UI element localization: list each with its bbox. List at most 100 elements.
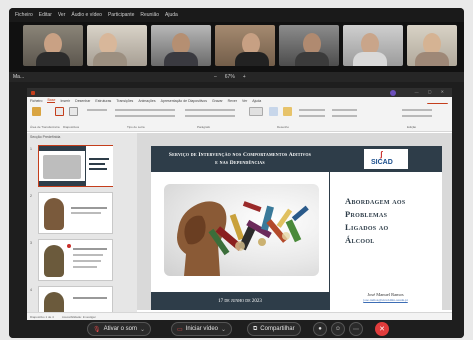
ribbon-tabs: Ficheiro Base Inserir Desenhar Estrutura…: [27, 97, 452, 109]
tab-transitions[interactable]: Transições: [116, 99, 133, 103]
tab-insert[interactable]: Inserir: [60, 99, 70, 103]
slide-thumbnail-2[interactable]: [38, 192, 113, 234]
slide-header-band: Serviço de Intervenção nos Comportamento…: [151, 146, 329, 172]
powerpoint-icon: [31, 90, 35, 95]
camera-off-icon: ▭: [177, 326, 183, 333]
slide-org-line-2: e nas Dependências: [215, 160, 265, 166]
slide-thumbnail-3[interactable]: [38, 239, 113, 281]
window-controls-icon[interactable]: — ▢ ✕: [415, 89, 448, 94]
powerpoint-window: — ▢ ✕ Ficheiro Base Inserir Desenhar Est…: [27, 88, 452, 320]
head-with-bottles-image: [164, 184, 319, 276]
close-icon: ✕: [379, 326, 385, 333]
participants-button[interactable]: ●: [313, 322, 327, 336]
tab-home[interactable]: Base: [47, 98, 56, 103]
group-clipboard: Área de Transferência: [30, 125, 60, 129]
section-header[interactable]: Secção Predefinida: [27, 133, 137, 141]
slide-email-link[interactable]: jose.ramos@sicad.min-saude.pt: [329, 298, 442, 302]
menu-help[interactable]: Ajuda: [165, 12, 178, 18]
slide-date-band: 17 de junho de 2023: [151, 292, 329, 310]
tab-review[interactable]: Rever: [228, 99, 237, 103]
slide-counter: Diapositivo 1 de 4: [30, 314, 54, 319]
unmute-label: Ativar o som: [103, 326, 137, 332]
ribbon-toolbar: Área de Transferência Diapositivos Tipo …: [27, 104, 452, 132]
group-editing: Edição: [407, 125, 417, 129]
logo-mark-icon: ʃ: [380, 150, 383, 159]
tab-help[interactable]: Ajuda: [252, 99, 261, 103]
chevron-down-icon[interactable]: ⌄: [221, 326, 226, 333]
more-options-button[interactable]: ⋯: [349, 322, 363, 336]
menu-participant[interactable]: Participante: [108, 12, 134, 18]
arrange-icon[interactable]: [269, 107, 278, 116]
group-drawing: Desenho: [277, 125, 290, 129]
share-screen-icon: ⧉: [253, 325, 258, 332]
person-icon: ●: [318, 326, 322, 332]
slide-thumbnails-panel: Secção Predefinida 1 2 3 4: [27, 133, 137, 316]
tab-file[interactable]: Ficheiro: [30, 99, 42, 103]
group-paragraph: Parágrafo: [197, 125, 211, 129]
slide-number: 4: [30, 288, 32, 292]
slide-title-line: Problemas: [345, 209, 388, 219]
participant-tile[interactable]: [279, 25, 339, 66]
tab-record[interactable]: Gravar: [212, 99, 223, 103]
group-font: Tipo de Letra: [127, 125, 145, 129]
smiley-icon: ☺: [334, 326, 342, 332]
accessibility-status[interactable]: Acessibilidade: Investigar: [62, 315, 96, 319]
start-video-label: Iniciar vídeo: [185, 326, 219, 332]
meeting-window: Ficheiro Editar Ver Áudio e vídeo Partic…: [9, 8, 464, 338]
tab-design[interactable]: Estruturas: [95, 99, 111, 103]
menu-file[interactable]: Ficheiro: [15, 12, 33, 18]
menu-view[interactable]: Ver: [58, 12, 66, 18]
shared-screen-bar: Ma... – 67% +: [9, 72, 464, 82]
zoom-in-button[interactable]: +: [243, 74, 246, 80]
avatar[interactable]: [390, 90, 396, 96]
zoom-level: 67%: [224, 74, 235, 80]
share-screen-button[interactable]: ⧉ Compartilhar: [247, 322, 301, 336]
tab-animations[interactable]: Animações: [138, 99, 155, 103]
reactions-button[interactable]: ☺: [331, 322, 345, 336]
slide-number: 1: [30, 147, 32, 151]
app-menu-bar: Ficheiro Editar Ver Áudio e vídeo Partic…: [9, 8, 464, 22]
menu-audio-video[interactable]: Áudio e vídeo: [71, 12, 102, 18]
slide-date: 17 de junho de 2023: [218, 299, 262, 304]
meeting-controls: 🎙 Ativar o som ⌄ ▭ Iniciar vídeo ⌄ ⧉ Com…: [9, 320, 464, 338]
menu-meeting[interactable]: Reunião: [140, 12, 159, 18]
ppt-title-bar: — ▢ ✕: [27, 88, 452, 97]
unmute-button[interactable]: 🎙 Ativar o som ⌄: [87, 322, 151, 336]
chevron-down-icon[interactable]: ⌄: [140, 326, 145, 333]
quick-styles-icon[interactable]: [283, 107, 292, 116]
participant-tile[interactable]: [215, 25, 275, 66]
tab-draw[interactable]: Desenhar: [75, 99, 90, 103]
slide-org-line-1: Serviço de Intervenção nos Comportamento…: [168, 152, 312, 158]
current-slide[interactable]: Serviço de Intervenção nos Comportamento…: [151, 146, 442, 310]
slide-title-line: Álcool: [345, 235, 375, 245]
tab-slideshow[interactable]: Apresentação de Diapositivos: [161, 99, 207, 103]
new-slide-icon[interactable]: [55, 107, 64, 116]
slide-divider: [329, 172, 330, 310]
zoom-out-button[interactable]: –: [214, 74, 217, 80]
share-screen-label: Compartilhar: [260, 326, 295, 332]
participant-gallery: [9, 22, 464, 72]
shapes-icon[interactable]: [249, 107, 263, 116]
participant-tile[interactable]: [23, 25, 83, 66]
reuse-slides-icon[interactable]: [69, 107, 78, 116]
slide-thumbnail-1[interactable]: [38, 145, 113, 187]
slide-title: Abordagem aos Problemas Ligados ao Álcoo…: [345, 195, 437, 247]
slide-title-line: Abordagem aos: [345, 196, 406, 206]
participant-tile[interactable]: [87, 25, 147, 66]
more-icon: ⋯: [353, 326, 359, 333]
group-slides: Diapositivos: [63, 125, 80, 129]
paste-icon[interactable]: [32, 107, 41, 116]
slide-author: José Manuel Ramos: [367, 292, 404, 297]
slide-number: 3: [30, 241, 32, 245]
logo-text: SICAD: [371, 159, 393, 166]
presenter-name: Ma...: [13, 74, 25, 80]
end-call-button[interactable]: ✕: [375, 322, 389, 336]
menu-edit[interactable]: Editar: [39, 12, 52, 18]
start-video-button[interactable]: ▭ Iniciar vídeo ⌄: [171, 322, 233, 336]
participant-tile[interactable]: [343, 25, 403, 66]
logo-area: ʃ SICAD: [329, 146, 442, 172]
participant-tile[interactable]: [151, 25, 211, 66]
slide-number: 2: [30, 194, 32, 198]
tab-view[interactable]: Ver: [242, 99, 247, 103]
participant-tile[interactable]: [407, 25, 457, 66]
